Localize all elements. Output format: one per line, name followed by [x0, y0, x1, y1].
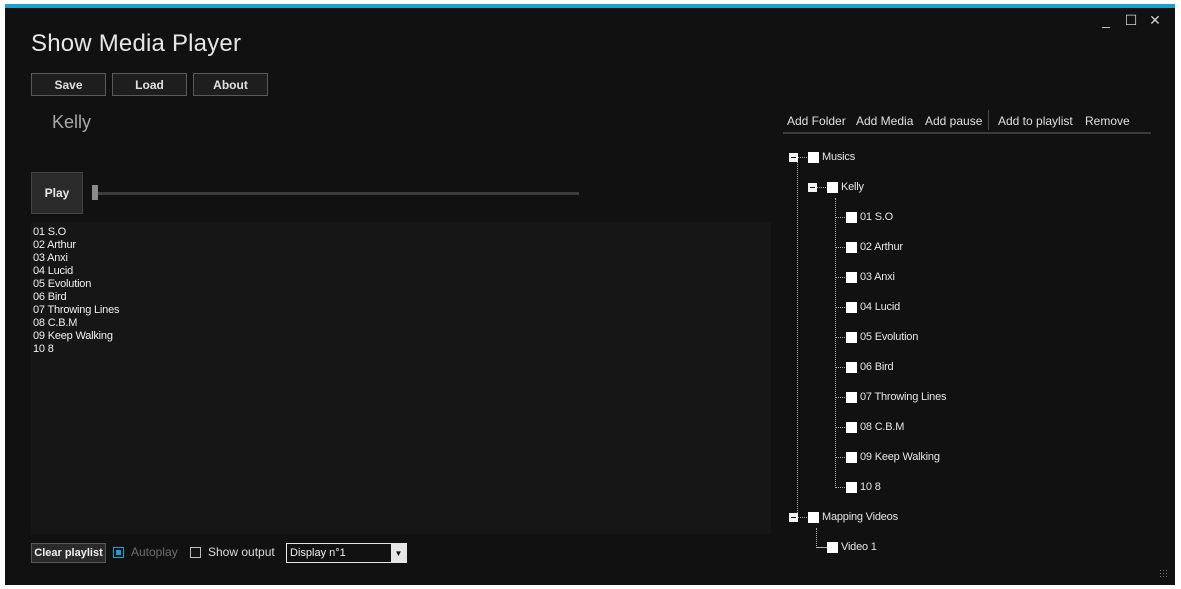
clear-playlist-button[interactable]: Clear playlist: [31, 543, 106, 563]
tree-node-video-checkbox[interactable]: [827, 542, 838, 553]
now-playing-title: Kelly: [52, 112, 92, 132]
tree-node-track-checkbox[interactable]: [846, 332, 857, 343]
autoplay-checkbox[interactable]: [113, 547, 124, 558]
tree-node-track-label[interactable]: 03 Anxi: [860, 271, 895, 283]
tree-node-track-checkbox[interactable]: [846, 302, 857, 313]
autoplay-label: Autoplay: [131, 545, 178, 559]
tree-node-track-checkbox[interactable]: [846, 242, 857, 253]
toolbar-divider: [988, 110, 989, 130]
tree-node-mapping-videos-label[interactable]: Mapping Videos: [822, 511, 898, 523]
tree-node-mapping-videos-checkbox[interactable]: [808, 512, 819, 523]
playlist-item[interactable]: 07 Throwing Lines: [31, 304, 771, 317]
playlist-item[interactable]: 09 Keep Walking: [31, 330, 771, 343]
tree-node-video-label[interactable]: Video 1: [841, 541, 877, 553]
add-pause-button[interactable]: Add pause: [925, 114, 982, 128]
display-select-value: Display n°1: [290, 547, 346, 559]
playlist-item[interactable]: 04 Lucid: [31, 265, 771, 278]
resize-grip[interactable]: [1159, 569, 1169, 579]
tree-node-track-label[interactable]: 02 Arthur: [860, 241, 903, 253]
add-to-playlist-button[interactable]: Add to playlist: [998, 114, 1073, 128]
play-button[interactable]: Play: [31, 172, 83, 214]
tree-node-track-label[interactable]: 05 Evolution: [860, 331, 918, 343]
save-button[interactable]: Save: [31, 73, 106, 96]
about-button[interactable]: About: [193, 73, 268, 96]
playlist[interactable]: 01 S.O 02 Arthur 03 Anxi 04 Lucid 05 Evoluti…: [31, 222, 771, 534]
app-title: Show Media Player: [31, 30, 242, 57]
tree-node-track-checkbox[interactable]: [846, 362, 857, 373]
tree-node-track-label[interactable]: 06 Bird: [860, 361, 894, 373]
tree-node-musics-checkbox[interactable]: [808, 152, 819, 163]
seek-slider[interactable]: [97, 192, 579, 195]
tree-node-musics-label[interactable]: Musics: [822, 151, 855, 163]
maximize-button[interactable]: ☐: [1122, 12, 1140, 29]
chevron-down-icon[interactable]: ▼: [391, 544, 406, 562]
tree-node-track-checkbox[interactable]: [846, 272, 857, 283]
tree-node-track-checkbox[interactable]: [846, 422, 857, 433]
add-media-button[interactable]: Add Media: [856, 114, 913, 128]
tree-node-track-label[interactable]: 10 8: [860, 481, 881, 493]
remove-button[interactable]: Remove: [1085, 114, 1130, 128]
tree-node-track-label[interactable]: 09 Keep Walking: [860, 451, 940, 463]
playlist-item[interactable]: 06 Bird: [31, 291, 771, 304]
tree-node-track-checkbox[interactable]: [846, 392, 857, 403]
tree-node-track-label[interactable]: 01 S.O: [860, 211, 893, 223]
tree-node-track-checkbox[interactable]: [846, 482, 857, 493]
playlist-item[interactable]: 02 Arthur: [31, 239, 771, 252]
toolbar-underline: [783, 132, 1151, 134]
add-folder-button[interactable]: Add Folder: [787, 114, 846, 128]
collapse-icon[interactable]: [789, 513, 798, 522]
main-window: Show Media Player _ ☐ ✕ Save Load About …: [5, 4, 1175, 585]
playlist-item[interactable]: 01 S.O: [31, 226, 771, 239]
show-output-label: Show output: [208, 545, 275, 559]
show-output-checkbox[interactable]: [190, 547, 201, 558]
playlist-item[interactable]: 08 C.B.M: [31, 317, 771, 330]
collapse-icon[interactable]: [789, 153, 798, 162]
tree-node-track-checkbox[interactable]: [846, 452, 857, 463]
close-button[interactable]: ✕: [1146, 12, 1164, 29]
tree-node-kelly-checkbox[interactable]: [827, 182, 838, 193]
seek-slider-thumb[interactable]: [92, 185, 98, 200]
tree-node-track-label[interactable]: 04 Lucid: [860, 301, 900, 313]
display-select[interactable]: Display n°1 ▼: [286, 543, 407, 563]
playlist-item[interactable]: 03 Anxi: [31, 252, 771, 265]
minimize-button[interactable]: _: [1097, 12, 1115, 28]
tree-node-track-checkbox[interactable]: [846, 212, 857, 223]
load-button[interactable]: Load: [112, 73, 187, 96]
tree-node-track-label[interactable]: 07 Throwing Lines: [860, 391, 946, 403]
playlist-item[interactable]: 10 8: [31, 343, 771, 356]
tree-node-kelly-label[interactable]: Kelly: [841, 181, 864, 193]
playlist-item[interactable]: 05 Evolution: [31, 278, 771, 291]
tree-node-track-label[interactable]: 08 C.B.M: [860, 421, 904, 433]
collapse-icon[interactable]: [808, 183, 817, 192]
